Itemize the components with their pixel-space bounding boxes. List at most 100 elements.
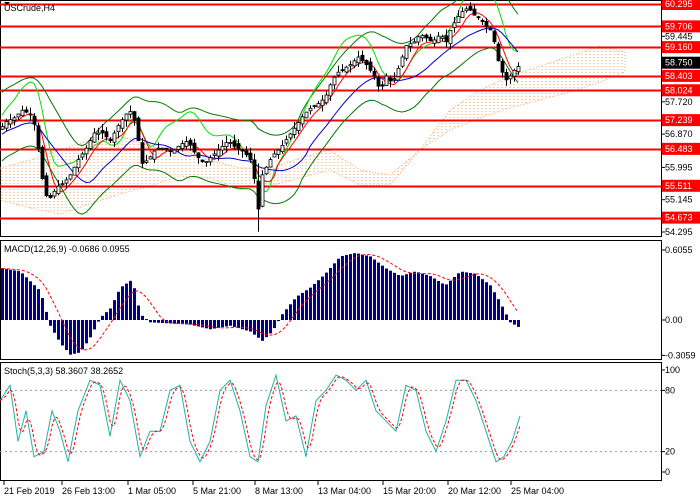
- candle-body: [332, 76, 337, 86]
- macd-bar: [353, 253, 356, 320]
- candle-body: [144, 160, 149, 163]
- candle-body: [400, 56, 405, 67]
- candle-body: [232, 140, 237, 147]
- candle-body: [456, 16, 461, 23]
- candle-body: [96, 132, 101, 135]
- candle-body: [344, 66, 349, 73]
- candle-body: [436, 35, 441, 44]
- candle-body: [416, 36, 421, 43]
- candle-body: [88, 140, 93, 149]
- candle-body: [368, 61, 373, 71]
- candle-body: [120, 119, 125, 129]
- macd-bar: [445, 284, 448, 320]
- macd-bar: [261, 320, 264, 341]
- macd-bar: [357, 253, 360, 320]
- stoch-axis-label: 100: [665, 365, 680, 375]
- level-price-label: 55.511: [665, 181, 692, 191]
- candle-body: [176, 145, 181, 150]
- macd-bar: [157, 320, 160, 323]
- macd-bar: [37, 289, 40, 320]
- trading-chart[interactable]: 60.295 59.70659.44559.160 58.750 58.403 58.0…: [0, 0, 700, 500]
- candle-body: [488, 28, 493, 31]
- candle-body: [184, 141, 189, 147]
- candle-body: [56, 185, 61, 195]
- macd-bar: [329, 267, 332, 320]
- macd-bar: [133, 288, 136, 320]
- candle-body: [392, 78, 397, 81]
- time-axis-label: 5 Mar 21:00: [193, 486, 241, 496]
- candle-body: [516, 66, 521, 73]
- macd-bar: [129, 280, 132, 320]
- candle-body: [64, 179, 69, 184]
- macd-bar: [405, 274, 408, 320]
- macd-bar: [65, 320, 68, 351]
- candle-body: [200, 159, 205, 162]
- candle-body: [192, 142, 197, 153]
- macd-bar: [161, 320, 164, 324]
- candle-body: [388, 77, 393, 82]
- candle-body: [460, 11, 465, 18]
- macd-bar: [253, 320, 256, 335]
- macd-bar: [325, 272, 328, 320]
- macd-bar: [485, 282, 488, 320]
- macd-bar: [229, 320, 232, 326]
- price-label: 54.295: [665, 227, 693, 237]
- candle-body: [308, 107, 313, 112]
- candle-body: [336, 71, 341, 76]
- time-axis-label: 21 Feb 2019: [4, 486, 55, 496]
- candle-body: [28, 113, 33, 116]
- macd-bar: [277, 320, 280, 322]
- candle-body: [292, 127, 297, 135]
- macd-bar: [389, 270, 392, 320]
- candle-body: [0, 126, 5, 130]
- candle-body: [512, 69, 517, 77]
- candle-body: [440, 36, 445, 39]
- macd-bar: [5, 269, 8, 320]
- macd-bar: [381, 265, 384, 320]
- candle-body: [48, 195, 53, 199]
- candle-body: [412, 41, 417, 44]
- candle-body: [444, 35, 449, 43]
- macd-bar: [517, 320, 520, 327]
- macd-bar: [469, 272, 472, 320]
- macd-bar: [449, 280, 452, 320]
- candle-body: [128, 111, 133, 115]
- macd-bar: [401, 275, 404, 320]
- macd-bar: [89, 320, 92, 338]
- candle-body: [152, 150, 157, 160]
- macd-bar: [361, 254, 364, 320]
- candle-body: [476, 16, 481, 19]
- macd-bar: [53, 320, 56, 333]
- macd-axis-label: 0.00: [665, 315, 683, 325]
- candle-body: [500, 60, 505, 73]
- candle-body: [272, 153, 277, 158]
- candle-body: [196, 152, 201, 159]
- current-price-label: 58.750: [665, 58, 693, 68]
- macd-bar: [497, 299, 500, 320]
- macd-bar: [137, 305, 140, 320]
- level-price-label: 54.673: [665, 213, 693, 223]
- macd-bar: [105, 312, 108, 320]
- macd-bar: [269, 320, 272, 334]
- candle-body: [132, 111, 137, 121]
- macd-axis-label: 0.6055: [665, 245, 693, 255]
- macd-bar: [493, 292, 496, 320]
- macd-bar: [441, 283, 444, 320]
- candle-body: [244, 150, 249, 155]
- macd-bar: [73, 320, 76, 354]
- macd-bar: [45, 311, 48, 320]
- macd-bar: [397, 274, 400, 320]
- candle-body: [356, 56, 361, 64]
- macd-bar: [317, 280, 320, 320]
- macd-bar: [21, 273, 24, 320]
- macd-bar: [121, 286, 124, 320]
- price-label: 55.145: [665, 195, 693, 205]
- macd-bar: [17, 271, 20, 320]
- candle-body: [320, 99, 325, 107]
- macd-bar: [473, 273, 476, 320]
- candle-body: [432, 39, 437, 44]
- candle-body: [36, 125, 41, 149]
- candle-body: [148, 156, 153, 160]
- macd-bar: [433, 278, 436, 320]
- time-axis-label: 8 Mar 13:00: [255, 486, 303, 496]
